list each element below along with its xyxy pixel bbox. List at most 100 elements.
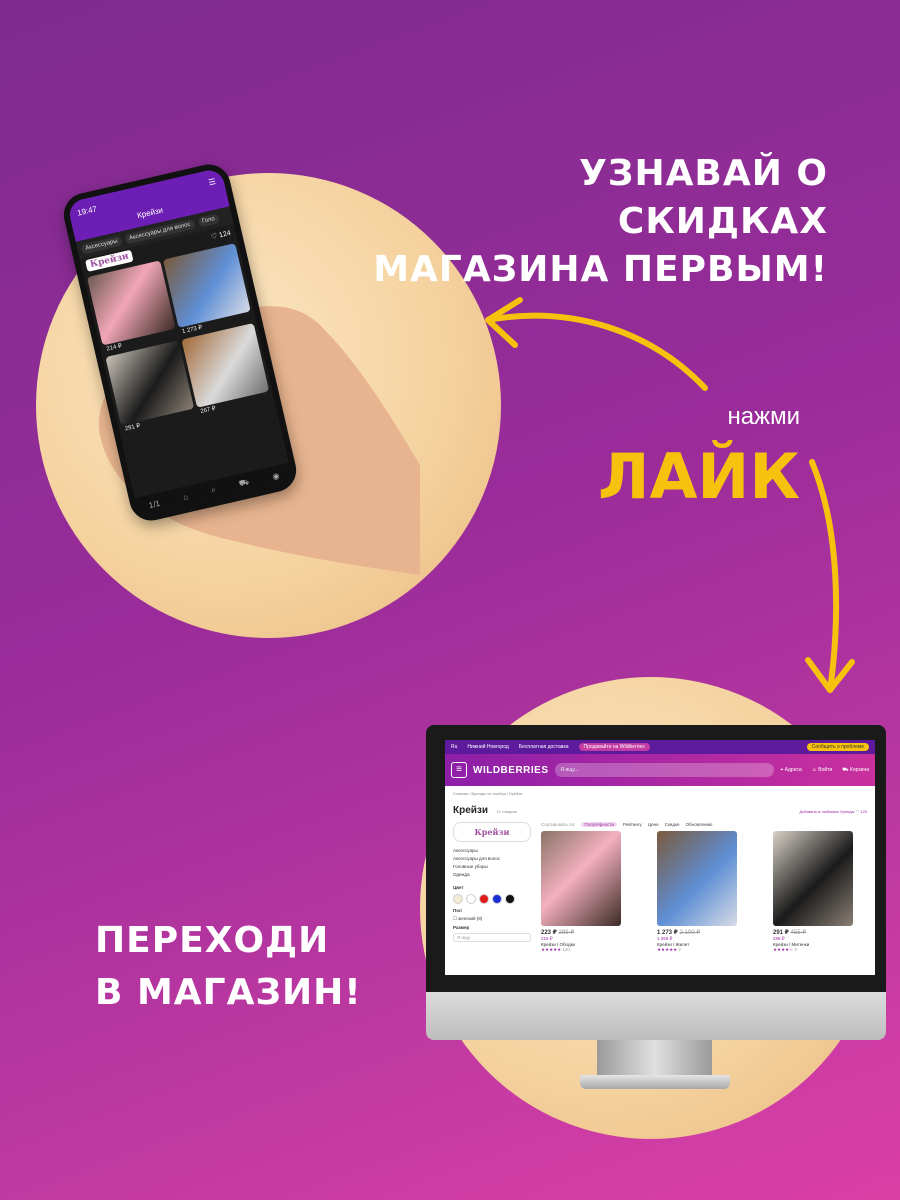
phone-product[interactable]: 291 ₽ <box>105 340 195 434</box>
product-cards: 223 ₽ 299 ₽ 219 ₽ Крейзи / Ободки ★★★★★ … <box>541 831 867 953</box>
heart-icon: ♡ <box>210 232 219 242</box>
phone-page-indicator: 1/1 <box>147 498 161 510</box>
monitor-stand-neck <box>597 1040 712 1078</box>
color-swatch[interactable] <box>505 894 515 904</box>
phone-product-grid: 214 ₽ 1 273 ₽ 291 ₽ 267 ₽ <box>83 239 275 437</box>
addresses-link[interactable]: ⌖ Адреса <box>780 767 801 774</box>
sort-option[interactable]: Рейтингу <box>623 822 642 827</box>
phone-menu-icon[interactable]: ☰ <box>208 176 217 186</box>
site-logo[interactable]: WILDBERRIES <box>473 765 549 776</box>
category-link[interactable]: Одежда <box>453 872 531 877</box>
favorite-brand-button[interactable]: Добавить в любимые бренды ♡ 125 <box>799 809 867 814</box>
product-rating: ★★★★★ 120 <box>541 947 570 952</box>
monitor-chin <box>426 992 886 1040</box>
headline-top-line2: МАГАЗИНА ПЕРВЫМ! <box>373 249 828 290</box>
product-reviews: 2 <box>678 947 681 952</box>
phone-like-count[interactable]: ♡ 124 <box>210 229 232 242</box>
product-reviews: 3 <box>794 947 797 952</box>
headline-bottom-line1: ПЕРЕХОДИ <box>95 920 330 961</box>
store-title: Крейзи <box>453 805 489 816</box>
color-swatch[interactable] <box>453 894 463 904</box>
menu-icon[interactable]: ≡ <box>451 762 467 778</box>
category-link[interactable]: Аксессуары для волос <box>453 856 531 861</box>
color-swatches <box>453 894 531 904</box>
delivery-link[interactable]: Бесплатная доставка <box>519 744 569 750</box>
sell-link[interactable]: Продавайте на Wildberries <box>578 743 650 751</box>
breadcrumb[interactable]: Главная / Бренды на ноябрь / Крейзи <box>445 786 875 796</box>
monitor-screen: Ru Нижний Новгород Бесплатная доставка П… <box>445 740 875 975</box>
phone-product[interactable]: 267 ₽ <box>180 322 271 417</box>
size-search-input[interactable]: Я ищу <box>453 933 531 942</box>
profile-icon[interactable]: ◉ <box>271 471 280 481</box>
product-old-price: 299 ₽ <box>558 930 575 936</box>
product-old-price: 455 ₽ <box>790 930 807 936</box>
site-header: ≡ WILDBERRIES Я ищу... ⌖ Адреса ☺ Войти … <box>445 754 875 786</box>
product-reviews: 120 <box>562 947 570 952</box>
color-swatch[interactable] <box>492 894 502 904</box>
cart-icon: ⛟ <box>842 766 849 773</box>
category-link[interactable]: Аксессуары <box>453 848 531 853</box>
language-link[interactable]: Ru <box>451 744 457 750</box>
sort-option[interactable]: Популярности <box>581 822 618 827</box>
cart-label: Корзина <box>849 766 869 773</box>
phone-chip[interactable]: Голо <box>197 213 220 228</box>
product-card[interactable]: 1 273 ₽ 2 100 ₽ 1 259 ₽ Крейзи / Жилет ★… <box>657 831 737 953</box>
product-rating: ★★★★☆ 3 <box>773 947 797 952</box>
product-card[interactable]: 223 ₽ 299 ₽ 219 ₽ Крейзи / Ободки ★★★★★ … <box>541 831 621 953</box>
sort-option[interactable]: Обновлению <box>686 822 713 827</box>
product-image <box>541 831 621 926</box>
headline-bottom: ПЕРЕХОДИ В МАГАЗИН! <box>95 915 362 1019</box>
product-price: 1 273 ₽ 2 100 ₽ <box>657 929 737 936</box>
category-link[interactable]: Головные уборы <box>453 864 531 869</box>
location-link[interactable]: Нижний Новгород <box>467 744 508 750</box>
filter-gender-title[interactable]: Пол <box>453 908 531 913</box>
brand-logo: Крейзи <box>453 822 531 842</box>
sort-bar: Сортировать по: Популярности Рейтингу Це… <box>541 822 867 827</box>
sort-label: Сортировать по: <box>541 822 576 827</box>
color-swatch[interactable] <box>466 894 476 904</box>
home-icon[interactable]: ⌂ <box>182 492 189 502</box>
location-icon: ⌖ <box>780 766 784 773</box>
headline-top-line1: УЗНАВАЙ О СКИДКАХ <box>579 153 828 242</box>
phone-like-number: 124 <box>218 229 232 240</box>
favorite-label: Добавить в любимые бренды <box>799 809 855 814</box>
product-old-price: 2 100 ₽ <box>679 930 701 936</box>
headline-top: УЗНАВАЙ О СКИДКАХ МАГАЗИНА ПЕРВЫМ! <box>368 150 828 294</box>
phone-product[interactable]: 1 273 ₽ <box>162 243 252 337</box>
product-image <box>773 831 853 926</box>
filter-sidebar: Крейзи Аксессуары Аксессуары для волос Г… <box>453 822 531 953</box>
report-link[interactable]: Сообщить о проблеме <box>806 743 869 751</box>
sort-option[interactable]: Цене <box>648 822 659 827</box>
search-icon[interactable]: ⌕ <box>210 485 217 496</box>
cta-press-text: нажми <box>727 403 800 430</box>
cart-icon[interactable]: ⛟ <box>238 477 250 489</box>
heart-icon: ♡ <box>855 809 860 814</box>
product-price: 223 ₽ 299 ₽ <box>541 929 621 936</box>
product-card[interactable]: 291 ₽ 455 ₽ 288 ₽ Крейзи / Митенки ★★★★☆… <box>773 831 853 953</box>
addresses-label: Адреса <box>784 766 802 773</box>
monitor-stand-foot <box>580 1075 730 1089</box>
login-link[interactable]: ☺ Войти <box>812 767 833 774</box>
site-top-links: Ru Нижний Новгород Бесплатная доставка П… <box>445 740 875 754</box>
favorite-count: 125 <box>860 809 867 814</box>
store-title-row: Крейзи 11 товаров Добавить в любимые бре… <box>445 796 875 818</box>
product-rating: ★★★★★ 2 <box>657 947 681 952</box>
gender-option-label: женский (8) <box>458 916 483 921</box>
color-swatch[interactable] <box>479 894 489 904</box>
catalog-body: Крейзи Аксессуары Аксессуары для волос Г… <box>445 818 875 957</box>
headline-bottom-line2: В МАГАЗИН! <box>95 972 362 1013</box>
product-image <box>657 831 737 926</box>
filter-color-title[interactable]: Цвет <box>453 885 531 890</box>
phone-time: 19:47 <box>76 203 98 218</box>
cta-like-text: ЛАЙК <box>597 440 800 513</box>
cart-link[interactable]: ⛟ Корзина <box>842 767 869 774</box>
phone-product[interactable]: 214 ₽ <box>86 260 177 355</box>
user-icon: ☺ <box>811 766 817 773</box>
sort-option[interactable]: Скидке <box>665 822 680 827</box>
product-area: Сортировать по: Популярности Рейтингу Це… <box>541 822 867 953</box>
gender-checkbox[interactable]: ☐ женский (8) <box>453 916 531 922</box>
search-input[interactable]: Я ищу... <box>554 763 775 777</box>
filter-size-title[interactable]: Размер <box>453 925 531 930</box>
header-icons: ⌖ Адреса ☺ Войти ⛟ Корзина <box>780 767 869 774</box>
item-count: 11 товаров <box>496 809 517 814</box>
